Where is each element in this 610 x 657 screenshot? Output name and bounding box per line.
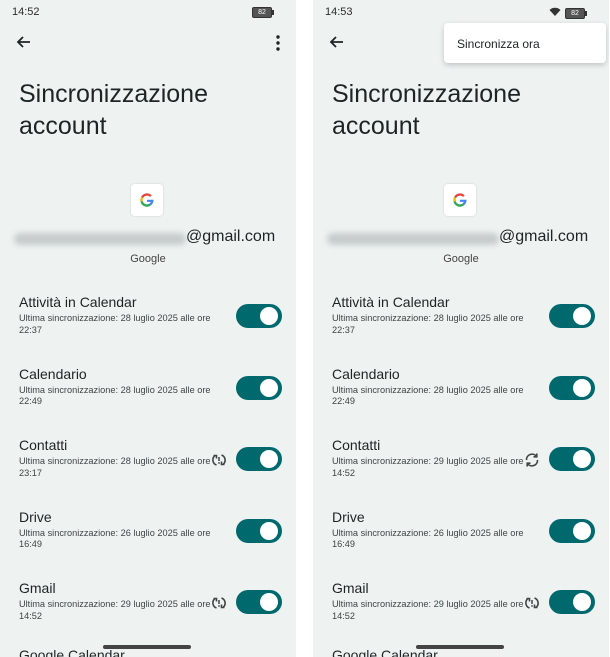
sync-item[interactable]: Calendario Ultima sincronizzazione: 28 lu… bbox=[0, 366, 296, 438]
account-provider: Google bbox=[443, 253, 479, 265]
wifi-icon bbox=[549, 7, 561, 20]
sync-item-last-sync: Ultima sincronizzazione: 28 luglio 2025 … bbox=[19, 313, 211, 335]
email-domain: @gmail.com bbox=[186, 228, 276, 245]
sync-item-last-sync: Ultima sincronizzazione: 28 luglio 2025 … bbox=[19, 384, 211, 407]
sync-toggle[interactable] bbox=[236, 590, 282, 614]
screen-right: 14:53 82 Sincronizzazione account @gmail.co… bbox=[313, 0, 609, 657]
sync-item-title: Gmail bbox=[332, 580, 369, 596]
toggle-knob bbox=[573, 307, 591, 325]
sync-toggle[interactable] bbox=[236, 447, 282, 471]
status-time: 14:52 bbox=[12, 6, 40, 18]
toggle-knob bbox=[260, 593, 278, 611]
status-bar: 14:53 82 bbox=[325, 6, 597, 22]
sync-item-title: Attività in Calendar bbox=[332, 294, 450, 310]
sync-toggle[interactable] bbox=[236, 518, 282, 543]
sync-item-last-sync: Ultima sincronizzazione: 29 luglio 2025 … bbox=[19, 599, 211, 621]
sync-problem-icon bbox=[210, 451, 228, 469]
sync-toggle[interactable] bbox=[236, 375, 282, 400]
sync-active-icon bbox=[523, 451, 541, 469]
sync-item[interactable]: Contatti Ultima sincronizzazione: 29 lugl… bbox=[313, 437, 609, 509]
toggle-knob bbox=[260, 521, 278, 540]
sync-toggle[interactable] bbox=[549, 590, 595, 614]
sync-problem-icon bbox=[210, 594, 228, 612]
sync-list: Attività in Calendar Ultima sincronizzazi… bbox=[313, 294, 609, 652]
account-email: @gmail.com bbox=[327, 228, 597, 250]
sync-item-last-sync: Ultima sincronizzazione: 28 luglio 2025 … bbox=[332, 384, 524, 407]
sync-item-last-sync: Ultima sincronizzazione: 26 luglio 2025 … bbox=[332, 527, 524, 550]
google-logo-icon bbox=[131, 184, 163, 216]
sync-item-last-sync: Ultima sincronizzazione: 26 luglio 2025 … bbox=[19, 527, 211, 550]
sync-toggle[interactable] bbox=[549, 304, 595, 328]
sync-item-title: Contatti bbox=[19, 437, 68, 453]
sync-toggle[interactable] bbox=[549, 375, 595, 400]
redacted-username bbox=[327, 233, 499, 245]
sync-item-title: Calendario bbox=[332, 365, 400, 382]
sync-item[interactable]: Attività in Calendar Ultima sincronizzazi… bbox=[313, 294, 609, 366]
toggle-knob bbox=[573, 450, 591, 468]
battery-icon: 82 bbox=[565, 8, 587, 19]
sync-item[interactable]: Drive Ultima sincronizzazione: 26 luglio … bbox=[313, 509, 609, 581]
status-time: 14:53 bbox=[325, 6, 353, 18]
sync-item-last-sync: Ultima sincronizzazione: 28 luglio 2025 … bbox=[332, 313, 524, 335]
sync-item[interactable]: Calendario Ultima sincronizzazione: 28 lu… bbox=[313, 366, 609, 438]
sync-item[interactable]: Drive Ultima sincronizzazione: 26 luglio … bbox=[0, 509, 296, 581]
sync-item[interactable]: Gmail Ultima sincronizzazione: 29 luglio … bbox=[313, 580, 609, 652]
battery-icon: 82 bbox=[252, 7, 274, 18]
overflow-menu: Sincronizza ora bbox=[444, 23, 606, 63]
back-arrow-icon[interactable] bbox=[327, 32, 347, 52]
sync-item-last-sync: Ultima sincronizzazione: 29 luglio 2025 … bbox=[332, 599, 524, 621]
account-provider: Google bbox=[130, 253, 166, 265]
sync-item-last-sync: Ultima sincronizzazione: 28 luglio 2025 … bbox=[19, 456, 211, 478]
page-title: Sincronizzazione account bbox=[19, 80, 208, 140]
sync-item[interactable]: Attività in Calendar Ultima sincronizzazi… bbox=[0, 294, 296, 366]
screen-left: 14:52 82 Sincronizzazione account @gmail.co… bbox=[0, 0, 296, 657]
sync-toggle[interactable] bbox=[549, 447, 595, 471]
google-logo-icon bbox=[444, 184, 476, 216]
sync-item-last-sync: Ultima sincronizzazione: 29 luglio 2025 … bbox=[332, 456, 524, 478]
email-domain: @gmail.com bbox=[499, 228, 589, 245]
toggle-knob bbox=[260, 307, 278, 325]
toggle-knob bbox=[573, 521, 591, 540]
toggle-knob bbox=[573, 593, 591, 611]
menu-item-sync-now[interactable]: Sincronizza ora bbox=[457, 37, 540, 51]
sync-item-title: Contatti bbox=[332, 437, 381, 453]
sync-item[interactable]: Gmail Ultima sincronizzazione: 29 luglio … bbox=[0, 580, 296, 652]
redacted-username bbox=[14, 233, 186, 245]
back-arrow-icon[interactable] bbox=[14, 32, 34, 52]
status-bar: 14:52 82 bbox=[12, 6, 284, 22]
toggle-knob bbox=[573, 378, 591, 397]
sync-item-title: Gmail bbox=[19, 580, 56, 596]
sync-item-title: Calendario bbox=[19, 365, 87, 382]
toggle-knob bbox=[260, 450, 278, 468]
sync-item[interactable]: Contatti Ultima sincronizzazione: 28 lugl… bbox=[0, 437, 296, 509]
page-title: Sincronizzazione account bbox=[332, 80, 521, 140]
more-options-icon[interactable] bbox=[270, 32, 286, 54]
sync-problem-icon bbox=[523, 594, 541, 612]
gesture-nav-bar[interactable] bbox=[416, 645, 504, 649]
sync-toggle[interactable] bbox=[236, 304, 282, 328]
sync-item-title: Drive bbox=[19, 508, 52, 525]
app-bar bbox=[0, 30, 296, 56]
sync-item-title: Attività in Calendar bbox=[19, 294, 137, 310]
account-email: @gmail.com bbox=[14, 228, 284, 250]
sync-list: Attività in Calendar Ultima sincronizzazi… bbox=[0, 294, 296, 652]
toggle-knob bbox=[260, 378, 278, 397]
gesture-nav-bar[interactable] bbox=[103, 645, 191, 649]
sync-toggle[interactable] bbox=[549, 518, 595, 543]
sync-item-title: Drive bbox=[332, 508, 365, 525]
